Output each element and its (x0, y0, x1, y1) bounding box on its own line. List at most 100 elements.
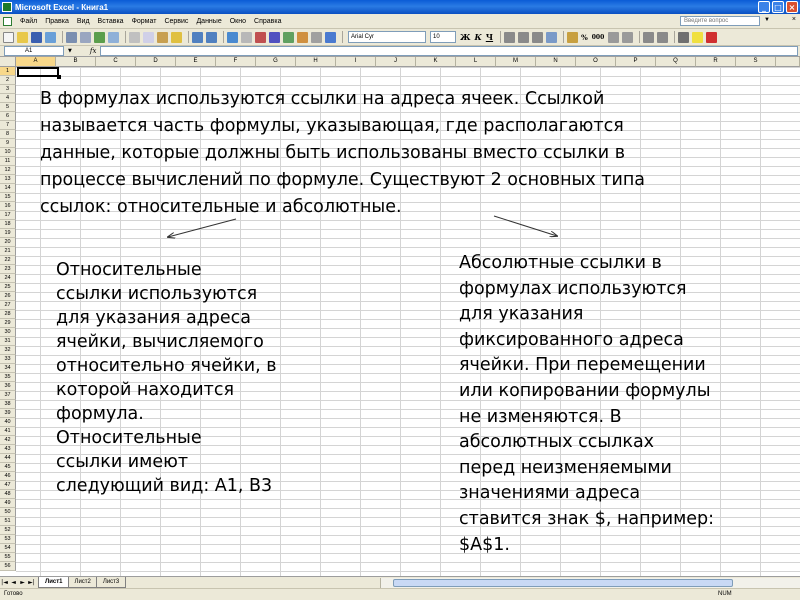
copy-icon[interactable] (143, 31, 154, 43)
column-header-i[interactable]: I (336, 57, 376, 67)
increase-decimal-icon[interactable] (608, 31, 620, 43)
menu-tools[interactable]: Сервис (160, 18, 192, 25)
align-right-icon[interactable] (532, 31, 544, 43)
cut-icon[interactable] (129, 31, 140, 43)
horizontal-scrollbar[interactable] (380, 578, 800, 588)
increase-indent-icon[interactable] (657, 31, 669, 43)
row-header-7[interactable]: 7 (0, 121, 16, 130)
row-header-29[interactable]: 29 (0, 319, 16, 328)
formula-input[interactable] (100, 46, 798, 56)
row-header-33[interactable]: 33 (0, 355, 16, 364)
row-header-41[interactable]: 41 (0, 427, 16, 436)
column-header-a[interactable]: A (16, 57, 56, 67)
sheet-tab-1[interactable]: Лист1 (38, 577, 70, 588)
font-color-icon[interactable] (706, 31, 718, 43)
row-header-18[interactable]: 18 (0, 220, 16, 229)
row-header-23[interactable]: 23 (0, 265, 16, 274)
row-header-47[interactable]: 47 (0, 481, 16, 490)
italic-button[interactable]: К (475, 32, 482, 42)
format-painter-icon[interactable] (171, 31, 182, 43)
row-header-53[interactable]: 53 (0, 535, 16, 544)
sheet-tab-2[interactable]: Лист2 (67, 577, 98, 588)
chart-wizard-icon[interactable] (283, 31, 294, 43)
column-header-m[interactable]: M (496, 57, 536, 67)
row-header-4[interactable]: 4 (0, 94, 16, 103)
row-header-51[interactable]: 51 (0, 517, 16, 526)
row-header-44[interactable]: 44 (0, 454, 16, 463)
print-preview-icon[interactable] (80, 31, 91, 43)
merge-center-icon[interactable] (546, 31, 558, 43)
row-header-56[interactable]: 56 (0, 562, 16, 571)
row-header-14[interactable]: 14 (0, 184, 16, 193)
align-left-icon[interactable] (504, 31, 516, 43)
help-icon[interactable] (325, 31, 336, 43)
print-icon[interactable] (66, 31, 77, 43)
font-name-select[interactable]: Arial Cyr (348, 31, 426, 43)
new-document-icon[interactable] (3, 31, 14, 43)
sheet-tab-3[interactable]: Лист3 (95, 577, 127, 588)
row-header-48[interactable]: 48 (0, 490, 16, 499)
research-icon[interactable] (108, 31, 119, 43)
prev-sheet-icon[interactable]: ◄ (9, 579, 18, 586)
drawing-icon[interactable] (297, 31, 308, 43)
align-center-icon[interactable] (518, 31, 530, 43)
row-header-11[interactable]: 11 (0, 157, 16, 166)
insert-function-button[interactable]: fx (90, 47, 97, 55)
row-header-45[interactable]: 45 (0, 463, 16, 472)
row-header-12[interactable]: 12 (0, 166, 16, 175)
row-header-50[interactable]: 50 (0, 508, 16, 517)
workbook-close-button[interactable]: × (792, 16, 796, 23)
column-header-p[interactable]: P (616, 57, 656, 67)
next-sheet-icon[interactable]: ► (18, 579, 27, 586)
decrease-decimal-icon[interactable] (622, 31, 634, 43)
borders-icon[interactable] (678, 31, 690, 43)
fill-color-icon[interactable] (692, 31, 704, 43)
row-header-26[interactable]: 26 (0, 292, 16, 301)
column-header-k[interactable]: K (416, 57, 456, 67)
menu-edit[interactable]: Правка (41, 18, 73, 25)
row-header-28[interactable]: 28 (0, 310, 16, 319)
active-cell-a1[interactable] (17, 67, 61, 79)
paste-icon[interactable] (157, 31, 168, 43)
row-header-46[interactable]: 46 (0, 472, 16, 481)
menu-format[interactable]: Формат (128, 18, 161, 25)
row-header-10[interactable]: 10 (0, 148, 16, 157)
row-header-6[interactable]: 6 (0, 112, 16, 121)
minimize-button[interactable]: _ (758, 1, 770, 13)
close-window-button[interactable]: × (786, 1, 798, 13)
row-header-30[interactable]: 30 (0, 328, 16, 337)
column-header-q[interactable]: Q (656, 57, 696, 67)
row-header-36[interactable]: 36 (0, 382, 16, 391)
row-header-42[interactable]: 42 (0, 436, 16, 445)
horizontal-scroll-thumb[interactable] (393, 579, 733, 587)
row-header-13[interactable]: 13 (0, 175, 16, 184)
row-header-35[interactable]: 35 (0, 373, 16, 382)
row-header-37[interactable]: 37 (0, 391, 16, 400)
menu-view[interactable]: Вид (73, 18, 94, 25)
row-header-16[interactable]: 16 (0, 202, 16, 211)
last-sheet-icon[interactable]: ►| (27, 579, 36, 586)
row-header-5[interactable]: 5 (0, 103, 16, 112)
comma-style-button[interactable]: 000 (592, 34, 605, 41)
autosum-icon[interactable] (241, 31, 252, 43)
column-header-d[interactable]: D (136, 57, 176, 67)
menu-help[interactable]: Справка (250, 18, 285, 25)
row-header-1[interactable]: 1 (0, 67, 16, 76)
column-header-o[interactable]: O (576, 57, 616, 67)
menu-data[interactable]: Данные (192, 18, 225, 25)
column-header-r[interactable]: R (696, 57, 736, 67)
name-box[interactable]: A1 (4, 46, 64, 56)
row-header-17[interactable]: 17 (0, 211, 16, 220)
bold-button[interactable]: Ж (460, 32, 471, 42)
row-header-15[interactable]: 15 (0, 193, 16, 202)
menu-window[interactable]: Окно (226, 18, 250, 25)
select-all-corner[interactable] (0, 57, 16, 67)
column-header-f[interactable]: F (216, 57, 256, 67)
sort-ascending-icon[interactable] (255, 31, 266, 43)
column-header-h[interactable]: H (296, 57, 336, 67)
row-header-54[interactable]: 54 (0, 544, 16, 553)
row-header-19[interactable]: 19 (0, 229, 16, 238)
row-header-25[interactable]: 25 (0, 283, 16, 292)
row-header-52[interactable]: 52 (0, 526, 16, 535)
help-question-input[interactable]: Введите вопрос (680, 16, 760, 26)
